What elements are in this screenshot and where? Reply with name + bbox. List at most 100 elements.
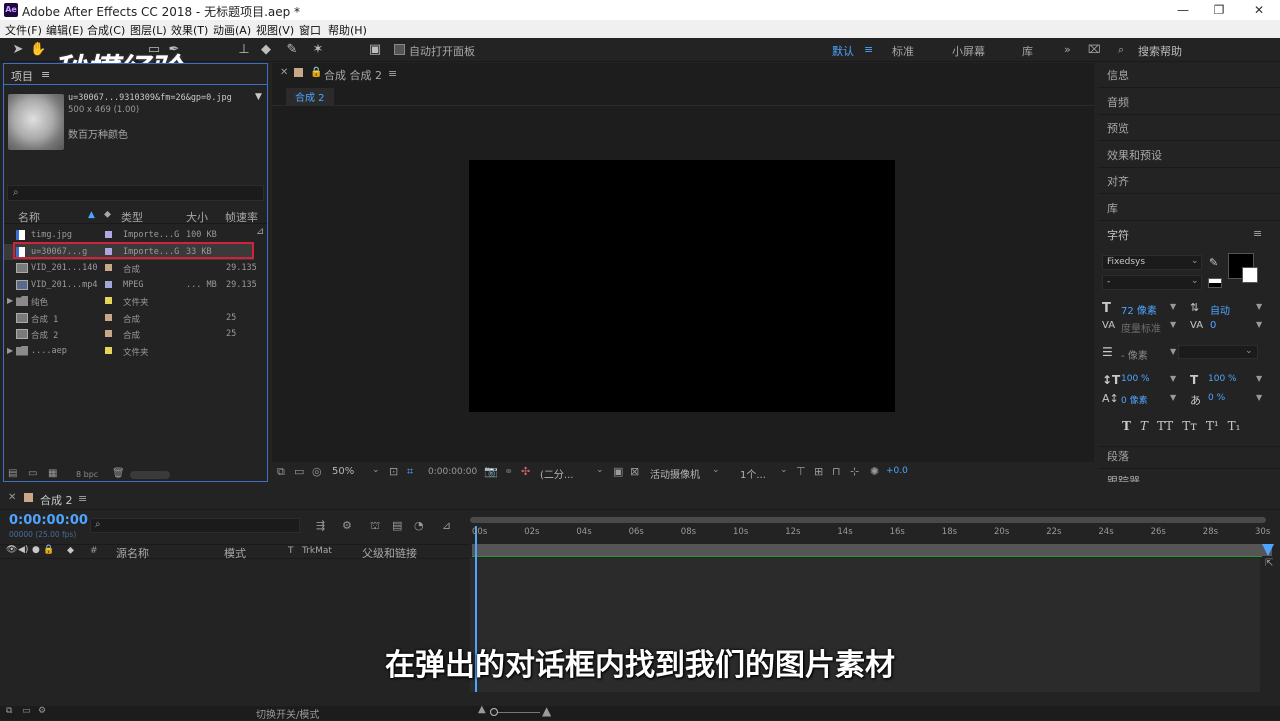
workspace-default[interactable]: 默认	[832, 43, 854, 59]
lock-icon[interactable]: 🔒	[310, 67, 322, 78]
new-folder-icon[interactable]: ▭	[28, 468, 37, 479]
timeline-tab[interactable]: 合成 2	[40, 492, 73, 508]
video-toggle-icon[interactable]: 👁	[6, 545, 17, 555]
camera-snapshot-icon[interactable]: 📷	[484, 465, 498, 478]
project-menu-icon[interactable]: ≡	[41, 68, 50, 81]
work-area-bar[interactable]	[472, 544, 1272, 556]
timeline-current-time[interactable]: 0:00:00:00	[9, 513, 88, 528]
menu-file[interactable]: 文件(F)	[5, 22, 42, 38]
project-item-row[interactable]: ▶ 纯色 文件夹	[4, 293, 254, 309]
effects-presets-panel-tab[interactable]: 效果和预设	[1107, 147, 1162, 163]
transfer-controls-icon[interactable]: ▭	[22, 706, 31, 716]
column-source-name[interactable]: 源名称	[116, 545, 149, 561]
kerning-value[interactable]: 度量标准	[1121, 320, 1161, 335]
chevron-down-icon[interactable]: ▼	[1256, 393, 1262, 402]
menu-edit[interactable]: 编辑(E)	[46, 22, 84, 38]
faux-bold-button[interactable]: T	[1122, 419, 1131, 433]
solo-toggle-icon[interactable]: ●	[32, 545, 40, 555]
label-tag-icon[interactable]: ⬥	[104, 209, 111, 220]
vertical-scale-value[interactable]: 100 %	[1121, 374, 1150, 384]
toggle-pixel-aspect-icon[interactable]: ⊤	[796, 465, 806, 478]
eyedropper-icon[interactable]: ✎	[1209, 256, 1218, 269]
composition-breadcrumb-tab[interactable]: 合成 2	[286, 88, 334, 105]
lock-icon[interactable]: 🔒	[43, 545, 54, 555]
chevron-down-icon[interactable]: ⌄	[712, 465, 720, 475]
layer-switches-icon[interactable]: ⧉	[6, 706, 12, 716]
roto-brush-tool-icon[interactable]: ✎	[284, 42, 300, 58]
stroke-type-select[interactable]: ⌄	[1178, 345, 1258, 359]
column-mode[interactable]: 模式	[224, 545, 246, 561]
column-type[interactable]: 类型	[121, 209, 143, 225]
camera-view-select[interactable]: 活动摄像机	[650, 466, 700, 481]
maximize-button[interactable]: ❐	[1204, 2, 1234, 18]
font-style-select[interactable]: - ⌄	[1102, 275, 1202, 290]
exposure-value[interactable]: +0.0	[886, 466, 908, 476]
frame-blending-icon[interactable]: ▤	[392, 519, 402, 532]
chevron-down-icon[interactable]: ▼	[1170, 347, 1176, 356]
region-of-interest-icon[interactable]: ⌗	[407, 465, 413, 479]
chevron-down-icon[interactable]: ⌄	[372, 465, 380, 475]
label-color-swatch[interactable]	[105, 330, 112, 337]
project-item-row[interactable]: timg.jpg Importe...G 100 KB	[4, 227, 254, 243]
project-search-input[interactable]: ⌕	[7, 185, 264, 201]
panel-menu-icon[interactable]: ≡	[388, 67, 397, 80]
selection-tool-icon[interactable]: ➤	[10, 42, 26, 58]
faux-italic-button[interactable]: T	[1140, 419, 1148, 433]
expand-folder-icon[interactable]: ▶	[7, 296, 13, 305]
mask-icon[interactable]: ◎	[312, 465, 322, 478]
chevron-down-icon[interactable]: ▼	[1256, 302, 1262, 311]
menu-layer[interactable]: 图层(L)	[130, 22, 167, 38]
monitor-icon[interactable]: ▭	[294, 465, 304, 478]
composition-canvas[interactable]	[469, 160, 895, 412]
stroke-width-value[interactable]: - 像素	[1121, 347, 1148, 362]
fit-icon[interactable]: ⊡	[389, 465, 398, 478]
stamp-tool-icon[interactable]: ⊥	[236, 42, 252, 58]
toggle-switches-modes-button[interactable]: 切换开关/模式	[256, 706, 319, 721]
label-color-swatch[interactable]	[105, 264, 112, 271]
font-size-value[interactable]: 72 像素	[1121, 302, 1157, 317]
chevron-down-icon[interactable]: ▼	[1170, 302, 1176, 311]
interpret-footage-icon[interactable]: ▤	[8, 468, 17, 479]
label-color-swatch[interactable]	[105, 297, 112, 304]
leading-value[interactable]: 自动	[1210, 302, 1230, 317]
show-snapshot-icon[interactable]: ⚭	[504, 465, 513, 478]
all-caps-button[interactable]: TT	[1157, 419, 1173, 433]
chevron-down-icon[interactable]: ▼	[1170, 393, 1176, 402]
info-panel-tab[interactable]: 信息	[1107, 67, 1129, 83]
font-family-select[interactable]: Fixedsys ⌄	[1102, 255, 1202, 270]
fast-previews-icon[interactable]: ▣	[613, 465, 623, 478]
search-help-input[interactable]: 搜索帮助	[1138, 43, 1182, 59]
draft-3d-icon[interactable]: ⚙	[342, 519, 352, 532]
stroke-color-swatch[interactable]	[1242, 267, 1258, 283]
sync-settings-icon[interactable]: ⌧	[1088, 43, 1101, 56]
label-color-swatch[interactable]	[105, 280, 112, 288]
timeline-icon[interactable]: ⊓	[832, 465, 841, 478]
column-fps[interactable]: 帧速率	[225, 209, 258, 225]
menu-window[interactable]: 窗口	[299, 22, 321, 38]
shy-layers-icon[interactable]: ⛫	[370, 519, 380, 534]
paragraph-panel-tab[interactable]: 段落	[1107, 448, 1129, 464]
small-caps-button[interactable]: Tт	[1182, 419, 1197, 433]
timeline-zoom-slider[interactable]	[492, 712, 540, 713]
in-out-icon[interactable]: ⚙	[38, 706, 46, 716]
panel-menu-icon[interactable]: ≡	[78, 492, 87, 505]
sort-ascending-icon[interactable]: ▲	[88, 210, 95, 220]
close-tab-icon[interactable]: ✕	[8, 492, 16, 503]
column-t[interactable]: T	[288, 546, 294, 556]
zoom-select[interactable]: 50%	[332, 466, 354, 477]
label-color-swatch[interactable]	[105, 231, 112, 238]
color-channels-icon[interactable]: ✣	[521, 465, 530, 478]
trash-icon[interactable]: 🗑	[112, 468, 125, 479]
preview-panel-tab[interactable]: 预览	[1107, 120, 1129, 136]
time-navigator-bar[interactable]	[470, 517, 1266, 523]
zoom-in-icon[interactable]: ▲	[542, 704, 551, 718]
resolution-select[interactable]: (二分...	[540, 466, 573, 481]
view-layout-select[interactable]: 1个...	[740, 466, 766, 481]
label-tag-icon[interactable]: ⬥	[67, 545, 74, 556]
snap-icon[interactable]: ▣	[367, 42, 383, 58]
panel-menu-icon[interactable]: ≡	[1253, 227, 1262, 240]
menu-composition[interactable]: 合成(C)	[87, 22, 125, 38]
close-tab-icon[interactable]: ✕	[280, 67, 288, 78]
more-workspaces-icon[interactable]: »	[1064, 43, 1071, 56]
zoom-out-icon[interactable]: ▲	[478, 704, 486, 715]
